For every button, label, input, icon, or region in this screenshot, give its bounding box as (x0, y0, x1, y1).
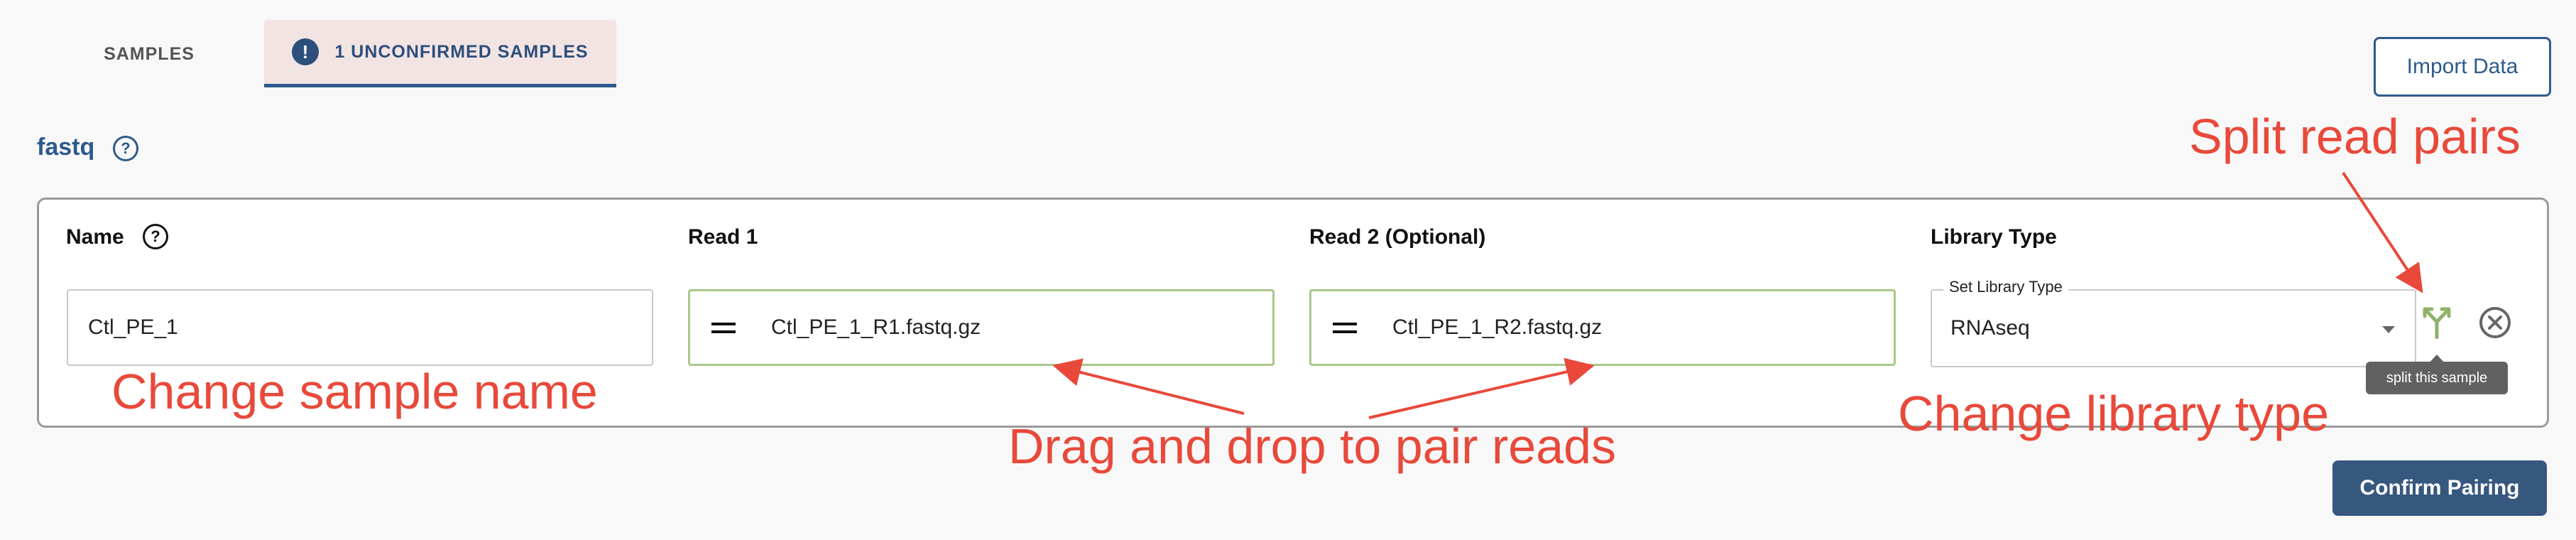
annotation-arrows (1052, 171, 2423, 419)
